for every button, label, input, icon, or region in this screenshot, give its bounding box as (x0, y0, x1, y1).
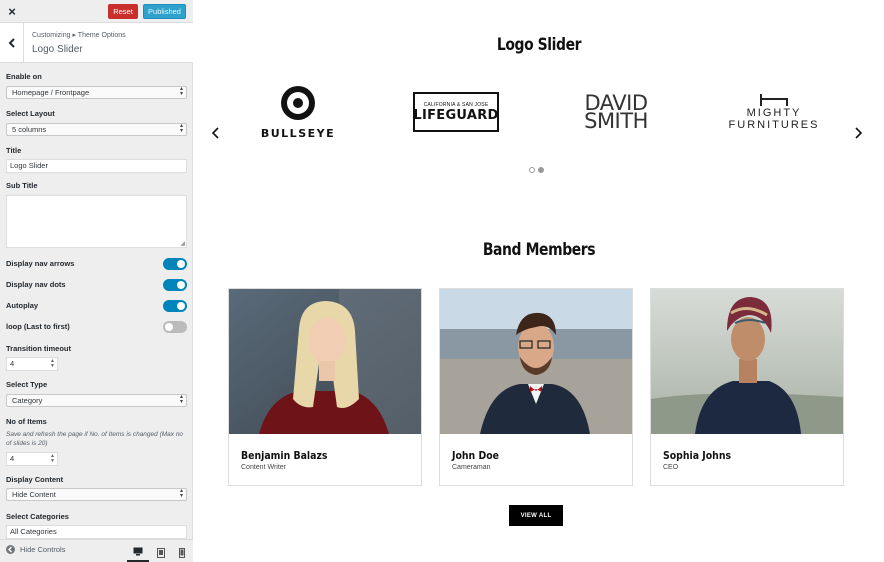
logo-bullseye-text: BULLSEYE (260, 126, 336, 140)
items-input[interactable]: 4 ▲ ▼ (6, 452, 58, 466)
display-content-select[interactable]: Hide Content ▴ ▾ (6, 488, 187, 501)
type-select[interactable]: Category ▴ ▾ (6, 394, 187, 407)
timeout-value: 4 (10, 359, 15, 368)
member-photo (440, 289, 632, 434)
back-button[interactable] (0, 23, 24, 63)
timeout-label: Transition timeout (6, 344, 72, 353)
logo-slider-title: Logo Slider (496, 35, 582, 55)
logo-david-smith[interactable]: DAVID SMITH (574, 82, 658, 142)
bullseye-mark-icon (281, 85, 315, 120)
desktop-preview-button[interactable] (127, 543, 149, 562)
slider-dot-2[interactable] (538, 167, 544, 173)
collapse-icon (6, 545, 15, 554)
tablet-preview-button[interactable] (150, 543, 172, 562)
slider-prev-arrow-icon[interactable] (208, 125, 224, 141)
type-value: Category (12, 396, 43, 405)
member-name: Benjamin Balazs (241, 449, 328, 462)
customizer-topbar: × Reset Published (0, 0, 193, 23)
display-content-value: Hide Content (12, 490, 56, 499)
member-role: Content Writer (241, 464, 286, 471)
mobile-preview-button[interactable] (171, 543, 193, 562)
enable-on-label: Enable on (6, 72, 42, 81)
member-name: John Doe (452, 449, 500, 462)
hide-controls-button[interactable]: Hide Controls (6, 545, 65, 554)
breadcrumb: Customizing ▸ Theme Options (32, 32, 126, 39)
desktop-icon (133, 547, 143, 556)
enable-on-value: Homepage / Frontpage (12, 88, 90, 97)
tablet-icon (157, 547, 165, 558)
subtitle-label: Sub Title (6, 181, 38, 190)
close-button[interactable]: × (0, 0, 24, 23)
logo-lifeguard-text: LIFEGUARD (413, 107, 499, 123)
items-note: Save and refresh the page if No. of Item… (6, 431, 184, 447)
slider-next-arrow-icon[interactable] (850, 125, 866, 141)
spinner-icon[interactable]: ▲ ▼ (50, 359, 55, 369)
layout-value: 5 columns (12, 125, 47, 134)
autoplay-label: Autoplay (6, 301, 39, 310)
categories-input[interactable]: All Categories (6, 525, 187, 539)
logo-lifeguard[interactable]: CALIFORNIA & SAN JOSE LIFEGUARD (412, 82, 500, 142)
logo-smith-text: SMITH (584, 109, 648, 133)
nav-arrows-row: Display nav arrows (6, 257, 187, 271)
autoplay-row: Autoplay (6, 299, 187, 313)
member-role: Cameraman (452, 464, 491, 471)
logo-mighty-text: MIGHTY (746, 106, 802, 119)
loop-label: loop (Last to first) (6, 322, 70, 331)
select-arrows-icon: ▴ ▾ (179, 488, 183, 499)
hide-controls-label: Hide Controls (20, 545, 66, 554)
customizer-footer: Hide Controls (0, 539, 193, 562)
layout-select[interactable]: 5 columns ▴ ▾ (6, 123, 187, 136)
reset-button[interactable]: Reset (108, 4, 138, 19)
member-role: CEO (663, 464, 679, 471)
mobile-icon (179, 547, 185, 558)
section-title: Logo Slider (32, 44, 83, 55)
enable-on-select[interactable]: Homepage / Frontpage ▴ ▾ (6, 86, 187, 99)
select-arrows-icon: ▴ ▾ (179, 123, 183, 134)
loop-toggle[interactable] (163, 321, 187, 333)
nav-dots-toggle[interactable] (163, 279, 187, 291)
timeout-input[interactable]: 4 ▲ ▼ (6, 357, 58, 371)
publish-button[interactable]: Published (143, 4, 186, 19)
items-label: No of Items (6, 417, 47, 426)
nav-arrows-label: Display nav arrows (6, 259, 75, 268)
title-label: Title (6, 146, 22, 155)
spinner-icon[interactable]: ▲ ▼ (50, 454, 55, 464)
nav-dots-label: Display nav dots (6, 280, 66, 289)
member-card[interactable]: Benjamin Balazs Content Writer (228, 288, 422, 486)
view-all-button[interactable]: VIEW ALL (509, 505, 563, 526)
items-value: 4 (10, 454, 15, 463)
select-arrows-icon: ▴ ▾ (179, 86, 183, 97)
chevron-left-icon (8, 38, 15, 48)
nav-arrows-toggle[interactable] (163, 258, 187, 270)
autoplay-toggle[interactable] (163, 300, 187, 312)
type-label: Select Type (6, 380, 48, 389)
section-header: Customizing ▸ Theme Options Logo Slider (0, 23, 193, 63)
member-card[interactable]: John Doe Cameraman (439, 288, 633, 486)
slider-dots (529, 167, 544, 173)
categories-label: Select Categories (6, 512, 69, 521)
member-name: Sophia Johns (663, 449, 732, 462)
member-photo (651, 289, 843, 434)
nav-dots-row: Display nav dots (6, 278, 187, 292)
site-preview: Logo Slider BULLSEYE CALIFORNIA & SAN JO… (194, 0, 884, 562)
resize-grip-icon[interactable]: ◢ (180, 240, 185, 247)
layout-label: Select Layout (6, 109, 55, 118)
logo-furnitures-text: FURNITURES (728, 118, 820, 131)
display-content-label: Display Content (6, 475, 64, 484)
slider-dot-1[interactable] (529, 167, 535, 173)
subtitle-textarea[interactable]: ◢ (6, 195, 187, 248)
title-input[interactable]: Logo Slider (6, 159, 187, 173)
logo-bullseye[interactable]: BULLSEYE (258, 82, 338, 142)
band-members-title: Band Members (482, 240, 596, 260)
loop-row: loop (Last to first) (6, 320, 187, 334)
customizer-sidebar: × Reset Published Customizing ▸ Theme Op… (0, 0, 193, 562)
member-photo (229, 289, 421, 434)
logo-mighty-furnitures[interactable]: MIGHTY FURNITURES (718, 82, 830, 142)
member-card[interactable]: Sophia Johns CEO (650, 288, 844, 486)
select-arrows-icon: ▴ ▾ (179, 394, 183, 405)
furniture-mark-icon (760, 93, 788, 106)
